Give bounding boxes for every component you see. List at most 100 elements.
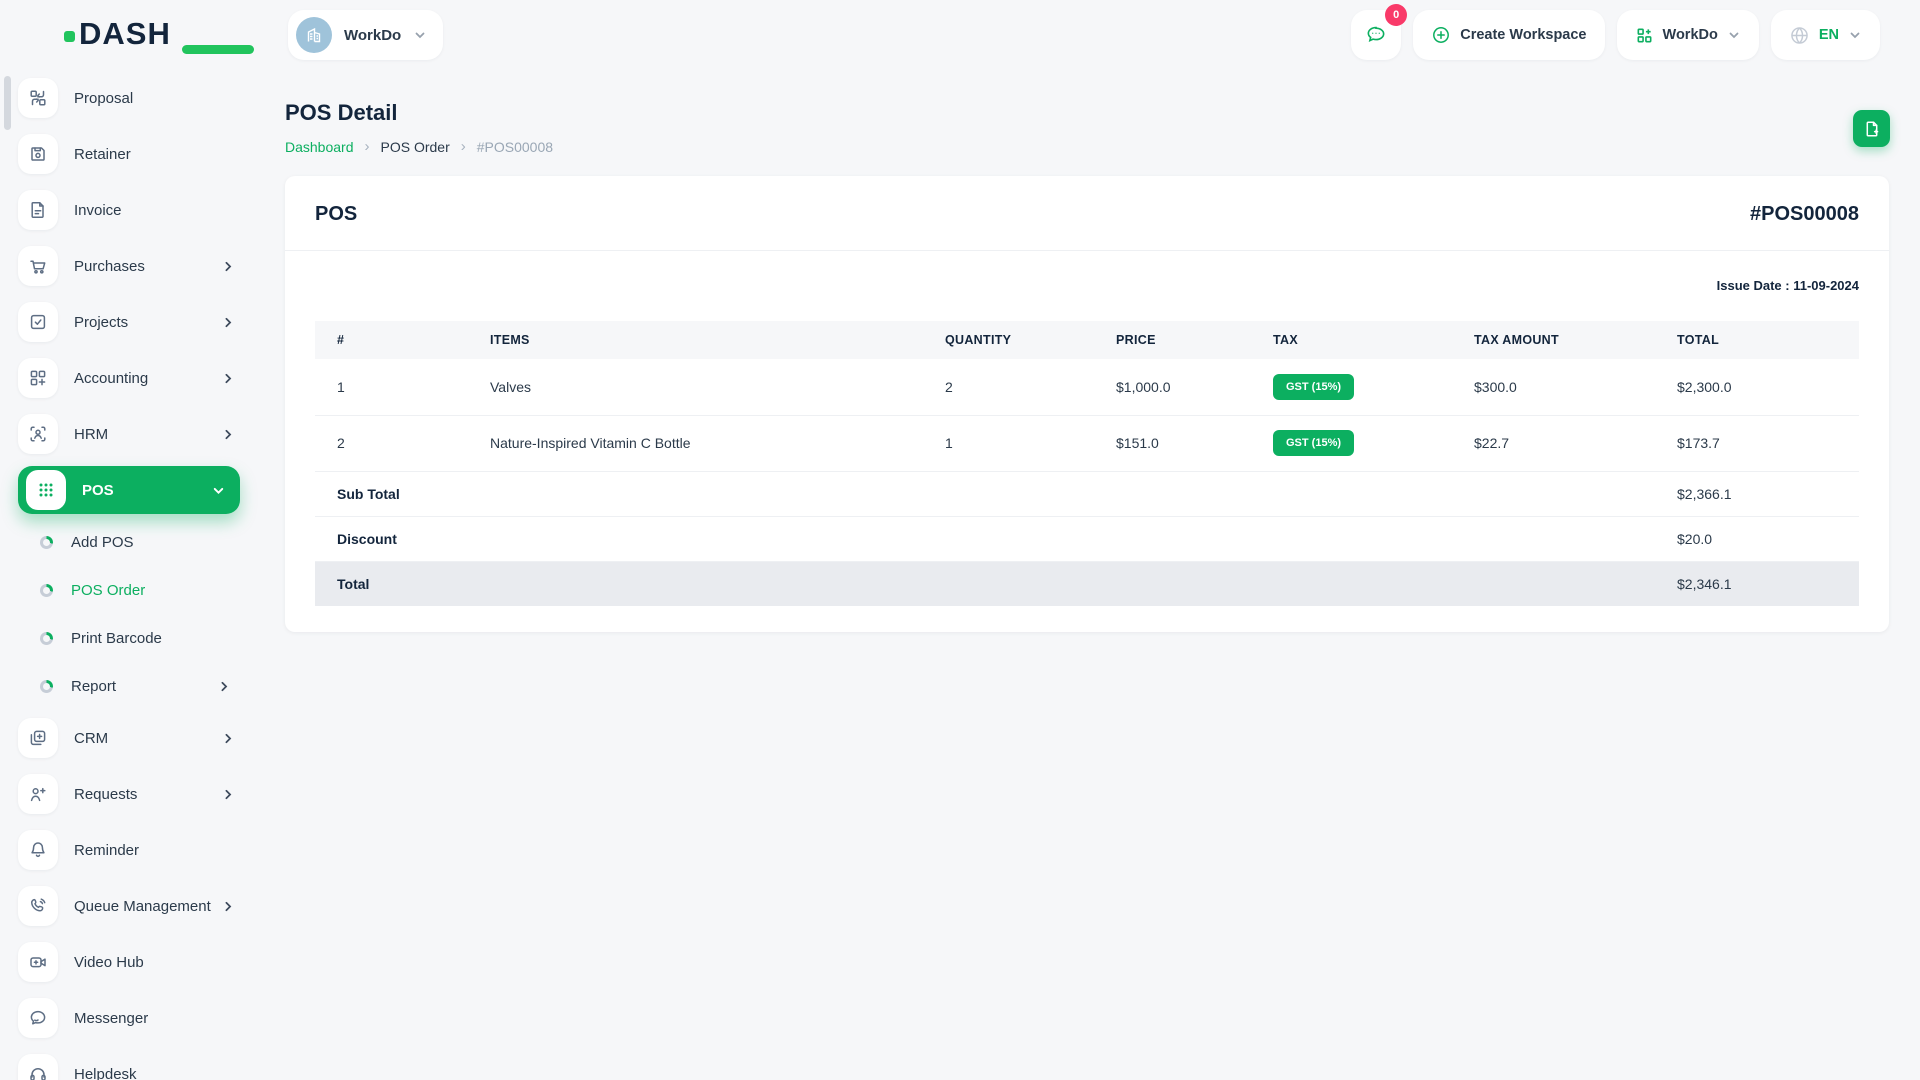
sidebar-item-label: POS (82, 481, 114, 499)
cell-qty: 2 (945, 359, 1116, 416)
sidebar-item-proposal[interactable]: Proposal (18, 70, 240, 126)
discount-row: Discount $20.0 (315, 516, 1859, 562)
chevron-down-icon (211, 483, 226, 498)
sidebar-scrollbar[interactable] (4, 76, 11, 130)
total-label: Total (315, 561, 1677, 606)
discount-value: $20.0 (1677, 516, 1859, 562)
chevron-right-icon (221, 787, 236, 802)
video-camera-icon (18, 942, 58, 982)
pos-icon (26, 470, 66, 510)
col-header-quantity: QUANTITY (945, 321, 1116, 359)
language-selector[interactable]: EN (1770, 10, 1880, 60)
grid-plus-icon (1637, 28, 1651, 42)
chat-badge: 0 (1385, 4, 1408, 26)
reminder-bell-icon (18, 830, 58, 870)
sidebar-item-label: Proposal (74, 89, 134, 107)
building-icon (307, 27, 321, 43)
file-plus-icon (1866, 120, 1878, 137)
col-header-tax: TAX (1273, 321, 1474, 359)
sidebar-item-label: Reminder (74, 841, 140, 859)
retainer-icon (18, 134, 58, 174)
submenu-dot-icon (40, 679, 53, 693)
sidebar-item-video-hub[interactable]: Video Hub (18, 934, 240, 990)
breadcrumb-dashboard-link[interactable]: Dashboard (285, 139, 354, 155)
export-pos-button[interactable] (1853, 110, 1890, 147)
sidebar-subitem-label: Report (71, 677, 117, 695)
col-header-price: PRICE (1116, 321, 1273, 359)
total-value: $2,346.1 (1677, 561, 1859, 606)
sidebar-item-label: Retainer (74, 145, 131, 163)
breadcrumb-separator: › (460, 138, 466, 155)
queue-phone-icon (18, 886, 58, 926)
subtotal-row: Sub Total $2,366.1 (315, 471, 1859, 517)
chevron-right-icon (221, 259, 236, 274)
subtotal-value: $2,366.1 (1677, 471, 1859, 517)
table-row: 2 Nature-Inspired Vitamin C Bottle 1 $15… (315, 415, 1859, 472)
sidebar-item-reminder[interactable]: Reminder (18, 822, 240, 878)
sidebar-item-purchases[interactable]: Purchases (18, 238, 240, 294)
submenu-dot-icon (40, 535, 53, 549)
sidebar-item-label: Invoice (74, 201, 122, 219)
proposal-icon (18, 78, 58, 118)
col-header-num: # (315, 321, 490, 359)
sidebar-item-label: HRM (74, 425, 109, 443)
sidebar-item-requests[interactable]: Requests (18, 766, 240, 822)
cell-tax-amount: $22.7 (1474, 415, 1677, 472)
accounting-icon (18, 358, 58, 398)
breadcrumb: Dashboard › POS Order › #POS00008 (285, 138, 1890, 155)
sidebar-subitem-add-pos[interactable]: Add POS (18, 518, 240, 566)
submenu-dot-icon (40, 631, 53, 645)
sidebar-item-label: Requests (74, 785, 138, 803)
sidebar-item-retainer[interactable]: Retainer (18, 126, 240, 182)
col-header-items: ITEMS (490, 321, 945, 359)
app-switcher-button[interactable]: WorkDo (1616, 10, 1759, 60)
sidebar-item-crm[interactable]: CRM (18, 710, 240, 766)
total-row: Total $2,346.1 (315, 561, 1859, 606)
discount-label: Discount (315, 516, 1677, 562)
sidebar-item-label: Purchases (74, 257, 145, 275)
chevron-right-icon (217, 679, 232, 694)
logo-text: DASH (79, 16, 171, 51)
sidebar: Proposal Retainer Invoice Purchases Proj… (0, 70, 250, 1080)
topbar-actions: 0 Create Workspace WorkDo EN (1351, 4, 1880, 60)
dash-logo[interactable]: DASH (64, 16, 254, 54)
purchases-icon (18, 246, 58, 286)
table-header-row: # ITEMS QUANTITY PRICE TAX TAX AMOUNT TO… (315, 321, 1859, 359)
sidebar-item-projects[interactable]: Projects (18, 294, 240, 350)
cell-price: $1,000.0 (1116, 359, 1273, 416)
chat-button[interactable]: 0 (1351, 4, 1408, 60)
helpdesk-headset-icon (18, 1054, 58, 1080)
sidebar-item-accounting[interactable]: Accounting (18, 350, 240, 406)
sidebar-subitem-label: Add POS (71, 533, 134, 551)
tax-badge: GST (15%) (1273, 373, 1355, 400)
globe-icon (1791, 26, 1808, 44)
cell-num: 1 (315, 359, 490, 416)
create-workspace-button[interactable]: Create Workspace (1413, 10, 1605, 60)
sidebar-subitem-report[interactable]: Report (18, 662, 240, 710)
chevron-down-icon (415, 32, 425, 39)
breadcrumb-separator: › (364, 138, 370, 155)
main-content: POS Detail Dashboard › POS Order › #POS0… (250, 70, 1920, 1080)
cell-item: Valves (490, 359, 945, 416)
sidebar-item-pos[interactable]: POS (18, 466, 240, 514)
cell-total: $173.7 (1677, 415, 1859, 472)
chevron-down-icon (1850, 32, 1860, 39)
pos-detail-card: POS #POS00008 Issue Date : 11-09-2024 # … (285, 176, 1889, 632)
sidebar-item-messenger[interactable]: Messenger (18, 990, 240, 1046)
invoice-icon (18, 190, 58, 230)
cell-total: $2,300.0 (1677, 359, 1859, 416)
sidebar-item-invoice[interactable]: Invoice (18, 182, 240, 238)
cell-qty: 1 (945, 415, 1116, 472)
sidebar-item-queue-management[interactable]: Queue Management (18, 878, 240, 934)
sidebar-item-label: Accounting (74, 369, 149, 387)
sidebar-subitem-print-barcode[interactable]: Print Barcode (18, 614, 240, 662)
create-workspace-label: Create Workspace (1460, 27, 1587, 43)
sidebar-item-hrm[interactable]: HRM (18, 406, 240, 462)
sidebar-subitem-pos-order[interactable]: POS Order (18, 566, 240, 614)
logo-bar (182, 45, 254, 54)
chevron-right-icon (221, 427, 236, 442)
workspace-selector[interactable]: WorkDo (288, 10, 444, 60)
crm-icon (18, 718, 58, 758)
workspace-name: WorkDo (344, 26, 402, 44)
sidebar-item-helpdesk[interactable]: Helpdesk (18, 1046, 240, 1080)
